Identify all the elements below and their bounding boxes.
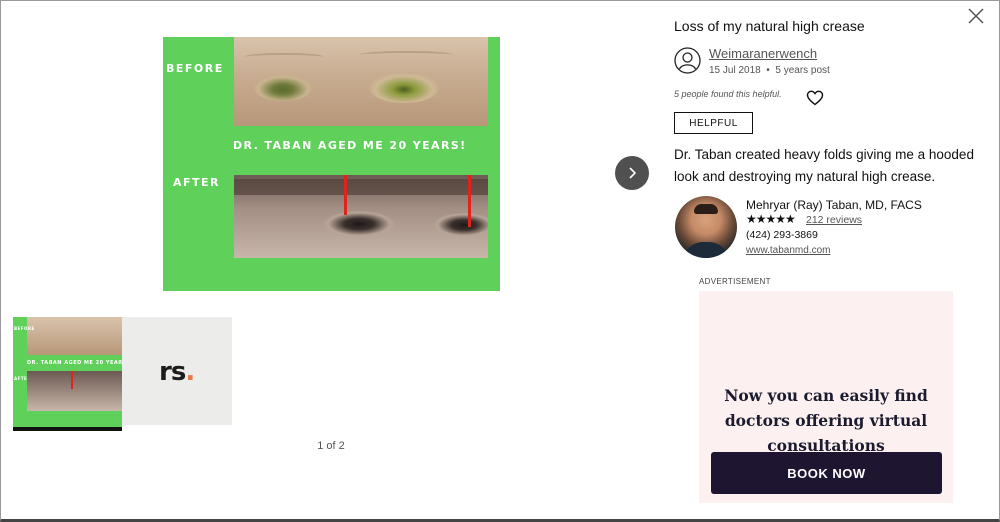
next-image-button[interactable] xyxy=(615,156,649,190)
rating-stars: ★★★★★ xyxy=(746,212,796,226)
chevron-right-icon xyxy=(629,167,637,179)
reviewer-username-link[interactable]: Weimaranerwench xyxy=(709,46,817,61)
doctor-phone[interactable]: (424) 293-3869 xyxy=(746,229,818,241)
close-icon xyxy=(968,8,984,24)
helpful-button[interactable]: HELPFUL xyxy=(674,112,753,134)
book-now-button[interactable]: BOOK NOW xyxy=(711,452,942,494)
thumbnail-before-after[interactable]: BEFORE DR. TABAN AGED ME 20 YEARS! AFTER xyxy=(13,317,129,431)
advertisement-label: ADVERTISEMENT xyxy=(699,277,771,286)
doctor-website-link[interactable]: www.tabanmd.com xyxy=(746,245,830,256)
advertisement-box: Now you can easily find doctors offering… xyxy=(699,291,953,503)
doctor-reviews-link[interactable]: 212 reviews xyxy=(806,214,862,226)
before-label: BEFORE xyxy=(166,62,224,75)
review-title: Loss of my natural high crease xyxy=(674,18,865,34)
after-photo xyxy=(234,175,488,258)
doctor-photo[interactable] xyxy=(675,196,737,258)
after-label: AFTER xyxy=(173,176,221,189)
close-button[interactable] xyxy=(966,6,986,26)
thumbnail-logo[interactable]: rs. xyxy=(122,317,232,425)
before-photo xyxy=(234,37,488,126)
user-avatar-icon xyxy=(674,47,701,74)
helpful-count-text: 5 people found this helpful. xyxy=(674,89,782,99)
thumb-headline: DR. TABAN AGED ME 20 YEARS! xyxy=(27,360,130,366)
meta-separator: • xyxy=(766,65,770,76)
review-date: 15 Jul 2018 xyxy=(709,65,761,76)
review-meta: 15 Jul 2018 • 5 years post xyxy=(709,65,830,76)
realself-logo: rs. xyxy=(159,357,195,387)
ad-headline: Now you can easily find doctors offering… xyxy=(724,386,928,455)
main-gallery-image: BEFORE DR. TABAN AGED ME 20 YEARS! AFTER xyxy=(163,37,500,291)
thumb-before-label: BEFORE xyxy=(14,326,35,331)
heart-icon[interactable] xyxy=(806,90,824,106)
doctor-name[interactable]: Mehryar (Ray) Taban, MD, FACS xyxy=(746,198,922,212)
image-counter: 1 of 2 xyxy=(317,440,345,452)
image-headline: DR. TABAN AGED ME 20 YEARS! xyxy=(233,139,467,152)
review-age: 5 years post xyxy=(775,65,830,76)
review-body: Dr. Taban created heavy folds giving me … xyxy=(674,147,974,184)
